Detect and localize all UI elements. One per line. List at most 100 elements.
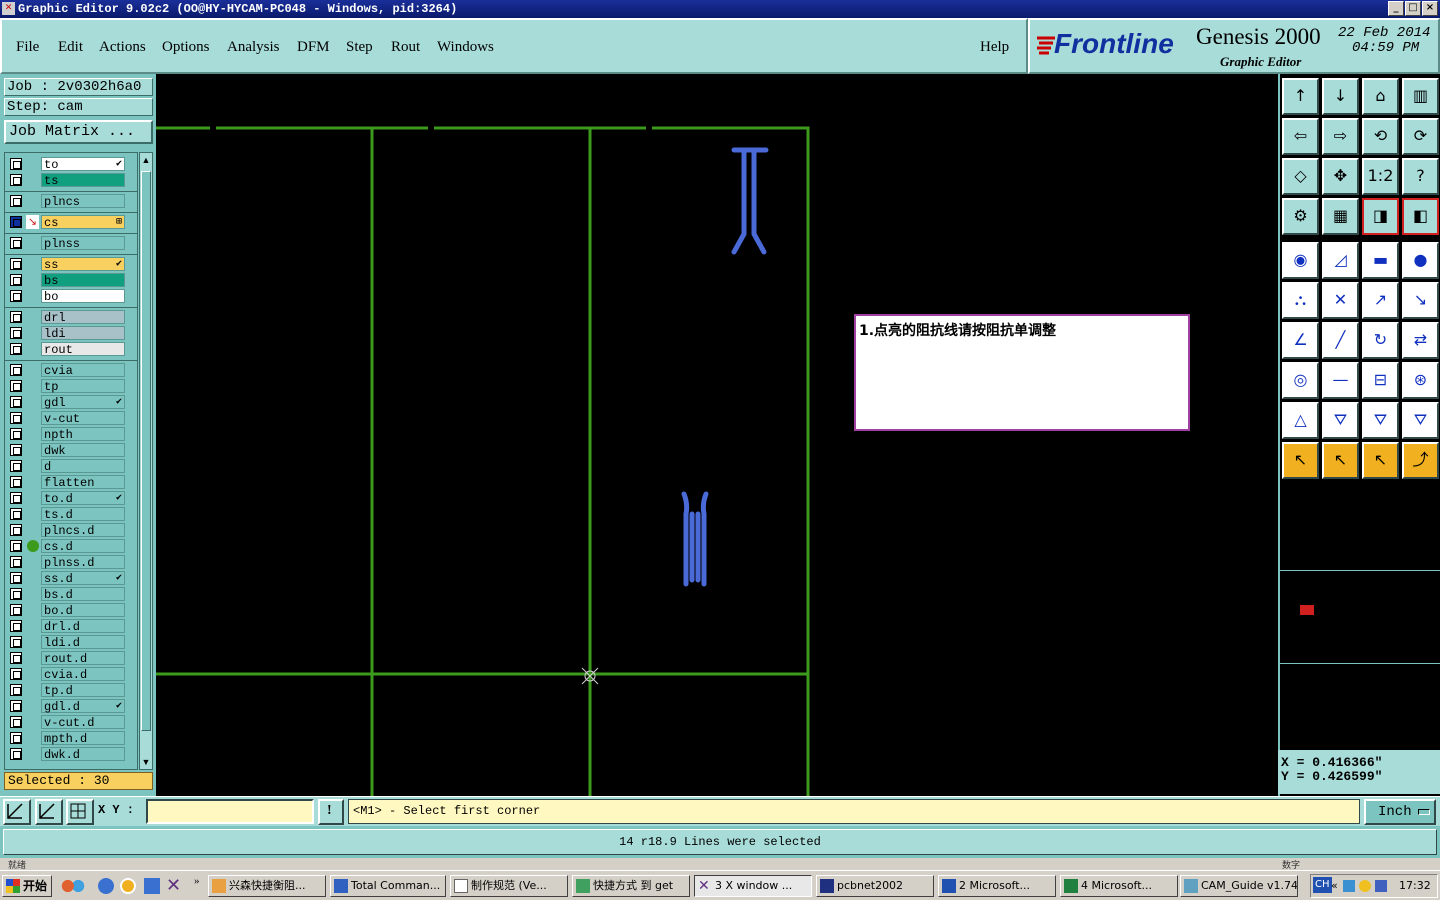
layer-select-a-button[interactable]: ◨ bbox=[1362, 198, 1399, 235]
menu-actions[interactable]: Actions bbox=[99, 39, 146, 56]
layer-name[interactable]: mpth.d bbox=[41, 731, 125, 746]
layer-name[interactable]: cs.d bbox=[41, 539, 125, 554]
layer-name[interactable]: cs ⊞ bbox=[41, 215, 125, 230]
triangle-d-button[interactable]: ⛛ bbox=[1402, 402, 1439, 439]
layer-name[interactable]: npth bbox=[41, 427, 125, 442]
layer-name[interactable]: plnss.d bbox=[41, 555, 125, 570]
triangle-a-button[interactable]: △ bbox=[1282, 402, 1319, 439]
minimize-button[interactable]: _ bbox=[1388, 1, 1404, 16]
task-3[interactable]: 制作规范 (Ve... bbox=[450, 875, 568, 897]
split-view-button[interactable]: ▥ bbox=[1402, 78, 1439, 115]
menu-help[interactable]: Help bbox=[980, 39, 1009, 56]
layer-row-bo[interactable]: bo bbox=[7, 289, 131, 304]
page-up-button[interactable]: ↑ bbox=[1282, 78, 1319, 115]
layer-checkbox[interactable] bbox=[10, 216, 22, 228]
mini-map[interactable] bbox=[1278, 570, 1440, 664]
layer-name[interactable]: v-cut bbox=[41, 411, 125, 426]
scroll-down-icon[interactable]: ▼ bbox=[141, 755, 151, 769]
layer-select-b-button[interactable]: ◧ bbox=[1402, 198, 1439, 235]
layer-checkbox[interactable] bbox=[10, 343, 22, 355]
unit-selector[interactable]: Inch bbox=[1364, 799, 1436, 825]
arc-ends-button[interactable]: ↗ bbox=[1362, 282, 1399, 319]
layer-checkbox[interactable] bbox=[10, 620, 22, 632]
cluster-button[interactable]: ⊛ bbox=[1402, 362, 1439, 399]
layer-row-dwk[interactable]: dwk bbox=[7, 443, 131, 458]
angle-line-button[interactable]: ∠ bbox=[1282, 322, 1319, 359]
layer-checkbox[interactable] bbox=[10, 572, 22, 584]
layer-row-cvia.d[interactable]: cvia.d bbox=[7, 667, 131, 682]
layer-name[interactable]: ss.d ✔ bbox=[41, 571, 125, 586]
layer-checkbox[interactable] bbox=[10, 274, 22, 286]
layer-row-ss[interactable]: ss ✔ bbox=[7, 257, 131, 272]
layer-checkbox[interactable] bbox=[10, 311, 22, 323]
surface-point-button[interactable]: ◎ bbox=[1282, 362, 1319, 399]
layer-row-ldi[interactable]: ldi bbox=[7, 326, 131, 341]
layer-name[interactable]: bs.d bbox=[41, 587, 125, 602]
layer-row-to.d[interactable]: to.d ✔ bbox=[7, 491, 131, 506]
layer-row-drl.d[interactable]: drl.d bbox=[7, 619, 131, 634]
layer-name[interactable]: ldi bbox=[41, 326, 125, 341]
triangle-b-button[interactable]: ⛛ bbox=[1322, 402, 1359, 439]
menu-edit[interactable]: Edit bbox=[58, 39, 83, 56]
layer-row-plnss.d[interactable]: plnss.d bbox=[7, 555, 131, 570]
layer-checkbox[interactable] bbox=[10, 380, 22, 392]
layer-name[interactable]: plncs bbox=[41, 194, 125, 209]
zoom-fit-button[interactable]: ◇ bbox=[1282, 158, 1319, 195]
hline-button[interactable]: — bbox=[1322, 362, 1359, 399]
layer-checkbox[interactable] bbox=[10, 412, 22, 424]
home-button[interactable]: ⌂ bbox=[1362, 78, 1399, 115]
slash-line-button[interactable]: ╱ bbox=[1322, 322, 1359, 359]
layer-name[interactable]: bo.d bbox=[41, 603, 125, 618]
triangle-c-button[interactable]: ⛛ bbox=[1362, 402, 1399, 439]
task-4[interactable]: 快捷方式 到 get bbox=[572, 875, 690, 897]
job-matrix-button[interactable]: Job Matrix ... bbox=[4, 120, 153, 144]
ie-icon[interactable] bbox=[98, 878, 114, 894]
layer-row-cvia[interactable]: cvia bbox=[7, 363, 131, 378]
layer-name[interactable]: plncs.d bbox=[41, 523, 125, 538]
menu-dfm[interactable]: DFM bbox=[297, 39, 330, 56]
layer-row-rout.d[interactable]: rout.d bbox=[7, 651, 131, 666]
measure-button[interactable] bbox=[35, 799, 63, 825]
layer-row-ts[interactable]: ts bbox=[7, 173, 131, 188]
layer-row-bo.d[interactable]: bo.d bbox=[7, 603, 131, 618]
layer-checkbox[interactable] bbox=[10, 492, 22, 504]
layer-checkbox[interactable] bbox=[10, 748, 22, 760]
layer-row-v-cut.d[interactable]: v-cut.d bbox=[7, 715, 131, 730]
layer-checkbox[interactable] bbox=[10, 258, 22, 270]
layer-checkbox[interactable] bbox=[10, 364, 22, 376]
grid-button[interactable] bbox=[66, 799, 94, 825]
zoom-center-button[interactable]: ✥ bbox=[1322, 158, 1359, 195]
page-down-button[interactable]: ↓ bbox=[1322, 78, 1359, 115]
select-box-button[interactable]: ↖ bbox=[1322, 442, 1359, 479]
layer-row-gdl[interactable]: gdl ✔ bbox=[7, 395, 131, 410]
xy-input[interactable] bbox=[146, 799, 314, 824]
menu-windows[interactable]: Windows bbox=[437, 39, 494, 56]
layer-row-to[interactable]: to ✔ bbox=[7, 157, 131, 172]
tray-app-icon[interactable] bbox=[1359, 880, 1371, 892]
layer-checkbox[interactable] bbox=[10, 540, 22, 552]
task-2[interactable]: Total Comman... bbox=[330, 875, 446, 897]
layer-checkbox[interactable] bbox=[10, 237, 22, 249]
line-draw-button[interactable]: ◿ bbox=[1322, 242, 1359, 279]
menu-rout[interactable]: Rout bbox=[391, 39, 420, 56]
layer-name[interactable]: ts bbox=[41, 173, 125, 188]
layer-checkbox[interactable] bbox=[10, 195, 22, 207]
layer-row-plncs[interactable]: plncs bbox=[7, 194, 131, 209]
layer-checkbox[interactable] bbox=[10, 652, 22, 664]
layer-row-plncs.d[interactable]: plncs.d bbox=[7, 523, 131, 538]
layer-checkbox[interactable] bbox=[10, 476, 22, 488]
zoom-fit-button[interactable] bbox=[3, 799, 31, 825]
layer-row-cs[interactable]: ↘ cs ⊞ bbox=[7, 215, 131, 230]
layer-row-rout[interactable]: rout bbox=[7, 342, 131, 357]
layer-row-tp.d[interactable]: tp.d bbox=[7, 683, 131, 698]
export-button[interactable]: ⇨ bbox=[1322, 118, 1359, 155]
task-6[interactable]: pcbnet2002 bbox=[816, 875, 934, 897]
layer-checkbox[interactable] bbox=[10, 588, 22, 600]
zoom-1-1-button[interactable]: 1:2 bbox=[1362, 158, 1399, 195]
feature-flip-button[interactable]: ⇄ bbox=[1402, 322, 1439, 359]
layer-row-flatten[interactable]: flatten bbox=[7, 475, 131, 490]
layer-checkbox[interactable] bbox=[10, 716, 22, 728]
menu-options[interactable]: Options bbox=[162, 39, 210, 56]
import-button[interactable]: ⇦ bbox=[1282, 118, 1319, 155]
layer-name[interactable]: to ✔ bbox=[41, 157, 125, 172]
